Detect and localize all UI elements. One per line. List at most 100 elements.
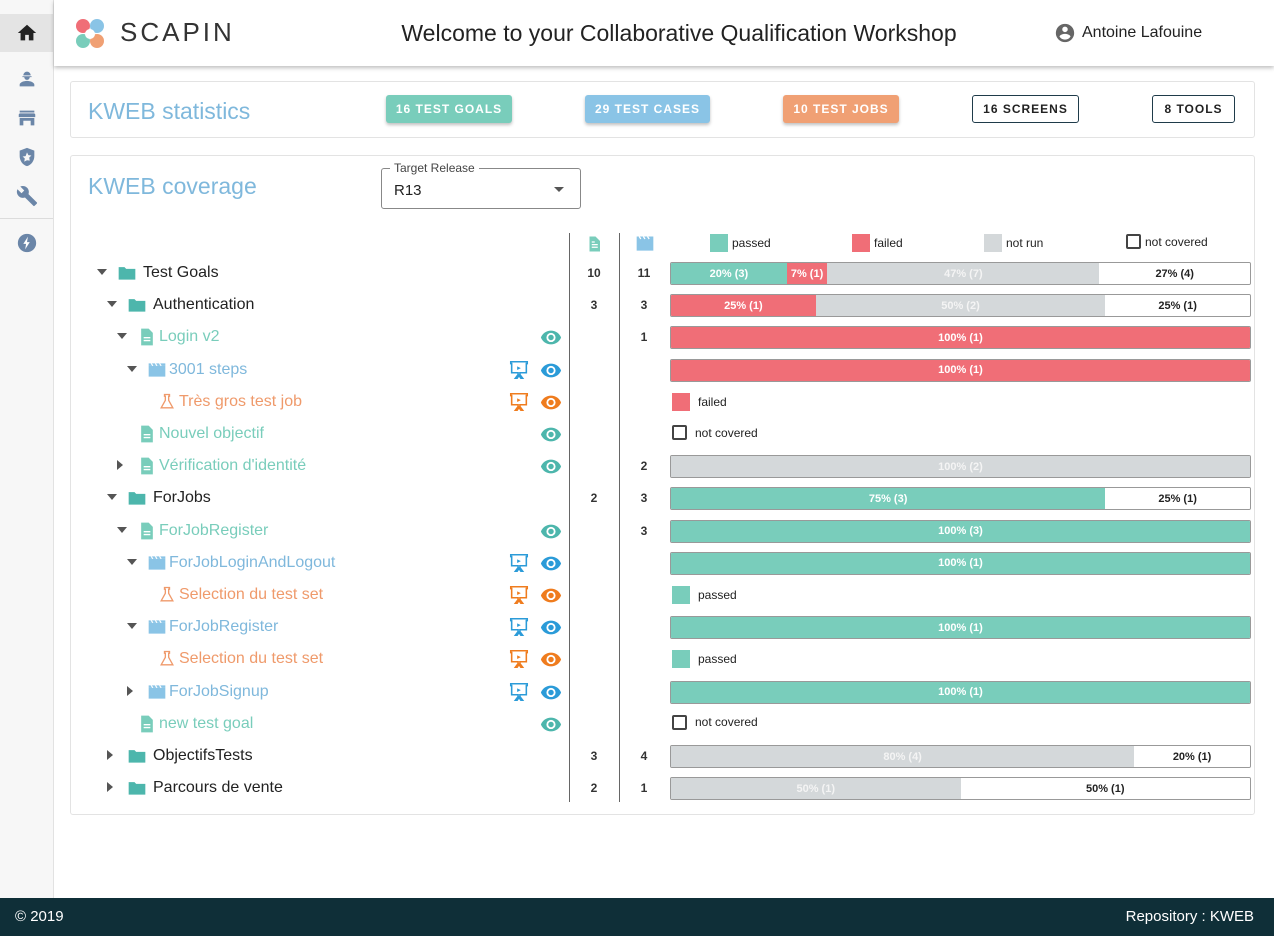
eye-icon[interactable] <box>539 391 563 413</box>
eye-icon[interactable] <box>539 713 563 735</box>
target-release-select[interactable]: Target Release R13 <box>381 161 581 209</box>
tree-node-label[interactable]: Test Goals <box>143 264 219 282</box>
tree-row[interactable]: ForJobSignup 100% (1) <box>71 676 1256 708</box>
bar-segment-passed: 100% (3) <box>671 520 1250 542</box>
coverage-title: KWEB coverage <box>88 173 257 199</box>
chevron-right-icon[interactable] <box>127 685 133 696</box>
tree-node-label[interactable]: ForJobSignup <box>169 683 269 701</box>
presentation-icon[interactable] <box>507 616 531 638</box>
bar-segment-failed: 7% (1) <box>786 263 828 284</box>
presentation-icon[interactable] <box>507 584 531 606</box>
tree-row[interactable]: ForJobs 2 3 75% (3) 25% (1) <box>71 482 1256 514</box>
tree-row[interactable]: ForJobLoginAndLogout 100% (1) <box>71 547 1256 579</box>
case-count: 3 <box>640 523 648 538</box>
eye-icon[interactable] <box>539 552 563 574</box>
tree-node-label[interactable]: 3001 steps <box>169 361 247 379</box>
eye-icon[interactable] <box>539 648 563 670</box>
legend-passed: passed <box>710 234 771 252</box>
tree-node-label[interactable]: Parcours de vente <box>153 779 283 797</box>
tree-row[interactable]: ObjectifsTests 3 4 80% (4) 20% (1) <box>71 740 1256 772</box>
tree-node-label[interactable]: ForJobRegister <box>169 618 278 636</box>
presentation-icon[interactable] <box>507 552 531 574</box>
chevron-down-icon[interactable] <box>107 301 117 308</box>
test-cases-chip[interactable]: 29 TEST CASES <box>585 95 710 123</box>
legend-passed-label: passed <box>732 236 771 250</box>
tree-node-label[interactable]: ObjectifsTests <box>153 747 253 765</box>
eye-icon[interactable] <box>539 326 563 348</box>
tree-row[interactable]: ForJobRegister 100% (1) <box>71 611 1256 643</box>
job-status: passed <box>672 650 737 669</box>
presentation-icon[interactable] <box>507 359 531 381</box>
tree-node-label[interactable]: Selection du test set <box>179 650 323 668</box>
chevron-down-icon[interactable] <box>117 333 127 340</box>
bar-segment-notcov: 20% (1) <box>1134 746 1250 767</box>
tree-node-label[interactable]: ForJobRegister <box>159 522 268 540</box>
screens-chip[interactable]: 16 SCREENS <box>972 95 1079 123</box>
presentation-icon[interactable] <box>507 648 531 670</box>
case-count: 3 <box>640 491 648 506</box>
eye-icon[interactable] <box>539 359 563 381</box>
bar-segment-notcov: 50% (1) <box>960 778 1250 800</box>
case-count: 3 <box>640 298 648 313</box>
tree-node-label[interactable]: Très gros test job <box>179 393 302 411</box>
legend-not-run-label: not run <box>1006 236 1044 250</box>
nav-tools-button[interactable] <box>0 177 53 215</box>
eye-icon[interactable] <box>539 520 563 542</box>
tree-node-label[interactable]: Selection du test set <box>179 586 323 604</box>
chevron-right-icon[interactable] <box>117 460 123 471</box>
tree-row[interactable]: Très gros test job failed <box>71 386 1256 418</box>
chevron-down-icon[interactable] <box>127 558 137 565</box>
folder-icon <box>128 782 146 795</box>
test-goals-chip[interactable]: 16 TEST GOALS <box>386 95 512 123</box>
bar-segment-notcov: 25% (1) <box>1105 295 1250 317</box>
tree-row[interactable]: Nouvel objectif not covered <box>71 418 1256 450</box>
tree-node-label[interactable]: Vérification d'identité <box>159 457 306 475</box>
tree-row[interactable]: Authentication 3 3 25% (1) 50% (2) 25% (1) <box>71 289 1256 321</box>
tree-row[interactable]: Selection du test set passed <box>71 643 1256 675</box>
eye-icon[interactable] <box>539 455 563 477</box>
chevron-down-icon[interactable] <box>97 269 107 275</box>
tree-row[interactable]: Test Goals 10 11 20% (3) 7% (1) 47% (7) 27% (4… <box>71 257 1256 289</box>
tree-node-label[interactable]: ForJobs <box>153 489 211 507</box>
nav-home-button[interactable] <box>0 14 53 52</box>
test-jobs-chip[interactable]: 10 TEST JOBS <box>783 95 899 123</box>
tree-row[interactable]: Vérification d'identité 2 100% (2) <box>71 450 1256 482</box>
eye-icon[interactable] <box>539 616 563 638</box>
tree-row[interactable]: 3001 steps 100% (1) <box>71 354 1256 386</box>
chevron-down-icon[interactable] <box>117 526 127 533</box>
nav-store-button[interactable] <box>0 99 53 137</box>
tree-row[interactable]: new test goal not covered <box>71 708 1256 740</box>
status-label: not covered <box>695 715 758 730</box>
chevron-down-icon[interactable] <box>127 365 137 372</box>
eye-icon[interactable] <box>539 584 563 606</box>
chevron-right-icon[interactable] <box>107 750 113 760</box>
chevron-down-icon[interactable] <box>127 623 137 630</box>
coverage-bar: 100% (1) <box>670 616 1251 640</box>
eye-icon[interactable] <box>539 423 563 445</box>
legend-not-covered: not covered <box>1126 234 1208 249</box>
chevron-right-icon[interactable] <box>107 782 113 793</box>
tree-row[interactable]: ForJobRegister 3 100% (3) <box>71 515 1256 547</box>
presentation-icon[interactable] <box>507 681 531 703</box>
tree-node-label[interactable]: Login v2 <box>159 328 220 346</box>
tree-row[interactable]: Login v2 1 100% (1) <box>71 321 1256 353</box>
presentation-icon[interactable] <box>507 391 531 413</box>
not-covered-swatch <box>672 714 687 730</box>
tree-row[interactable]: Parcours de vente 2 1 50% (1) 50% (1) <box>71 772 1256 804</box>
tree-node-label[interactable]: ForJobLoginAndLogout <box>169 554 335 572</box>
nav-workers-button[interactable] <box>0 60 53 98</box>
tree-node-label[interactable]: new test goal <box>159 715 253 733</box>
chevron-down-icon[interactable] <box>107 494 117 501</box>
folder-icon <box>128 299 146 312</box>
tree-node-label[interactable]: Authentication <box>153 296 254 314</box>
tools-chip[interactable]: 8 TOOLS <box>1152 95 1235 123</box>
user-menu[interactable]: Antoine Lafouine <box>1054 22 1202 44</box>
eye-icon[interactable] <box>539 681 563 703</box>
tree-node-label[interactable]: Nouvel objectif <box>159 425 264 443</box>
legend-not-run: not run <box>984 234 1043 252</box>
folder-icon <box>118 267 136 280</box>
document-icon <box>141 329 153 346</box>
nav-actions-button[interactable] <box>0 224 53 262</box>
tree-row[interactable]: Selection du test set passed <box>71 579 1256 611</box>
nav-badge-button[interactable] <box>0 138 53 176</box>
